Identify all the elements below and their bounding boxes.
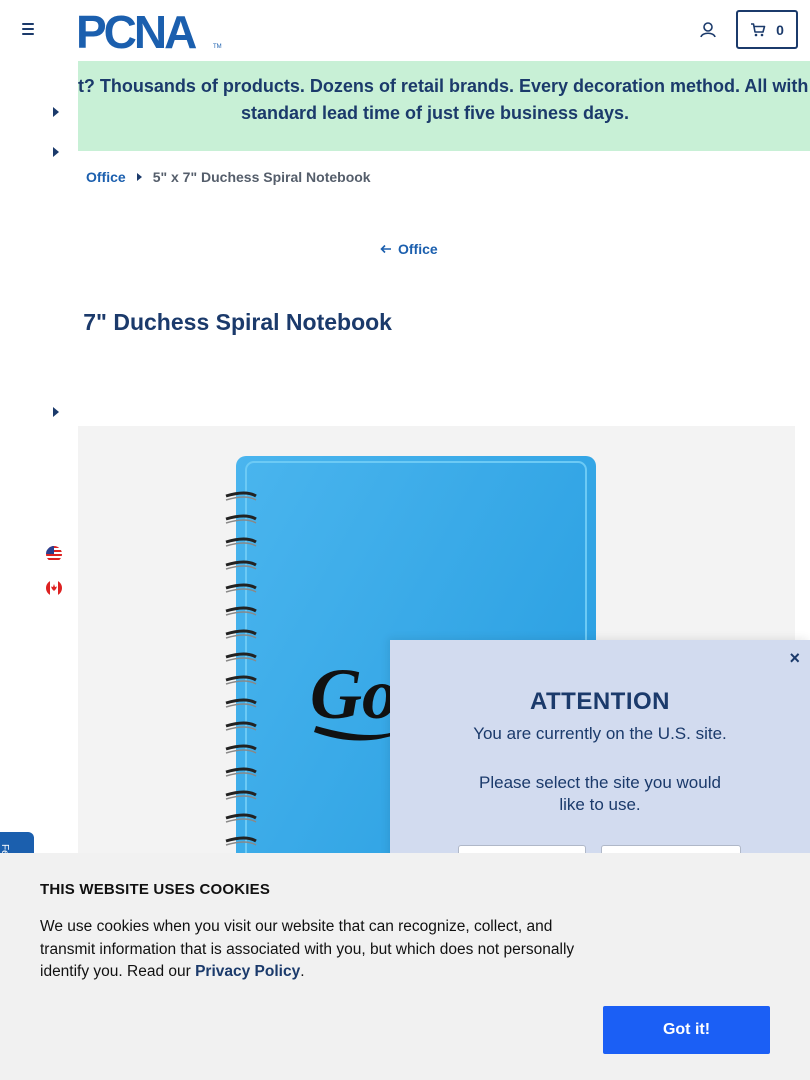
notebook-imprint: Go — [310, 654, 398, 734]
account-icon[interactable] — [697, 19, 719, 41]
privacy-policy-link[interactable]: Privacy Policy — [195, 963, 300, 980]
page: PCNA TM 0 Wait? Thousands of products. D… — [0, 0, 810, 1080]
breadcrumb-office-link[interactable]: Office — [86, 169, 126, 185]
promo-banner: Wait? Thousands of products. Dozens of r… — [0, 61, 810, 151]
modal-instruction-text: Please select the site you would like to… — [479, 773, 721, 814]
breadcrumb: Office 5" x 7" Duchess Spiral Notebook — [86, 169, 371, 185]
arrow-left-icon — [380, 244, 391, 254]
product-title: 5" x 7" Duchess Spiral Notebook — [34, 309, 392, 335]
promo-banner-text: Wait? Thousands of products. Dozens of r… — [46, 76, 810, 123]
site-header: PCNA TM 0 — [0, 0, 810, 61]
canada-flag-icon[interactable] — [46, 580, 62, 596]
cart-icon — [751, 22, 766, 36]
hamburger-menu-icon[interactable] — [18, 20, 38, 40]
modal-current-site-text: You are currently on the U.S. site. — [473, 724, 727, 743]
modal-title: ATTENTION — [529, 688, 671, 715]
breadcrumb-current: 5" x 7" Duchess Spiral Notebook — [152, 169, 371, 185]
pcna-logo[interactable]: PCNA TM — [76, 10, 224, 50]
rail-caret-icon[interactable] — [53, 147, 59, 157]
svg-text:TM: TM — [213, 44, 222, 50]
logo-text: PCNA — [76, 10, 196, 50]
cart-count: 0 — [776, 21, 784, 38]
cart-button[interactable]: 0 — [736, 10, 798, 49]
cookie-accept-button[interactable]: Got it! — [603, 1006, 770, 1054]
close-icon[interactable]: × — [789, 648, 800, 669]
rail-caret-icon[interactable] — [53, 107, 59, 117]
cookie-body-end: . — [300, 963, 305, 980]
cookie-banner: THIS WEBSITE USES COOKIES We use cookies… — [0, 853, 810, 1080]
breadcrumb-separator-icon — [136, 173, 142, 181]
back-to-office-link[interactable]: Office — [380, 241, 438, 257]
rail-caret-icon[interactable] — [53, 407, 59, 417]
us-flag-icon[interactable] — [46, 546, 62, 562]
cookie-title: THIS WEBSITE USES COOKIES — [40, 881, 271, 898]
cookie-body: We use cookies when you visit our websit… — [40, 916, 600, 984]
back-link-label: Office — [398, 241, 438, 257]
cookie-body-text: We use cookies when you visit our websit… — [40, 918, 575, 980]
